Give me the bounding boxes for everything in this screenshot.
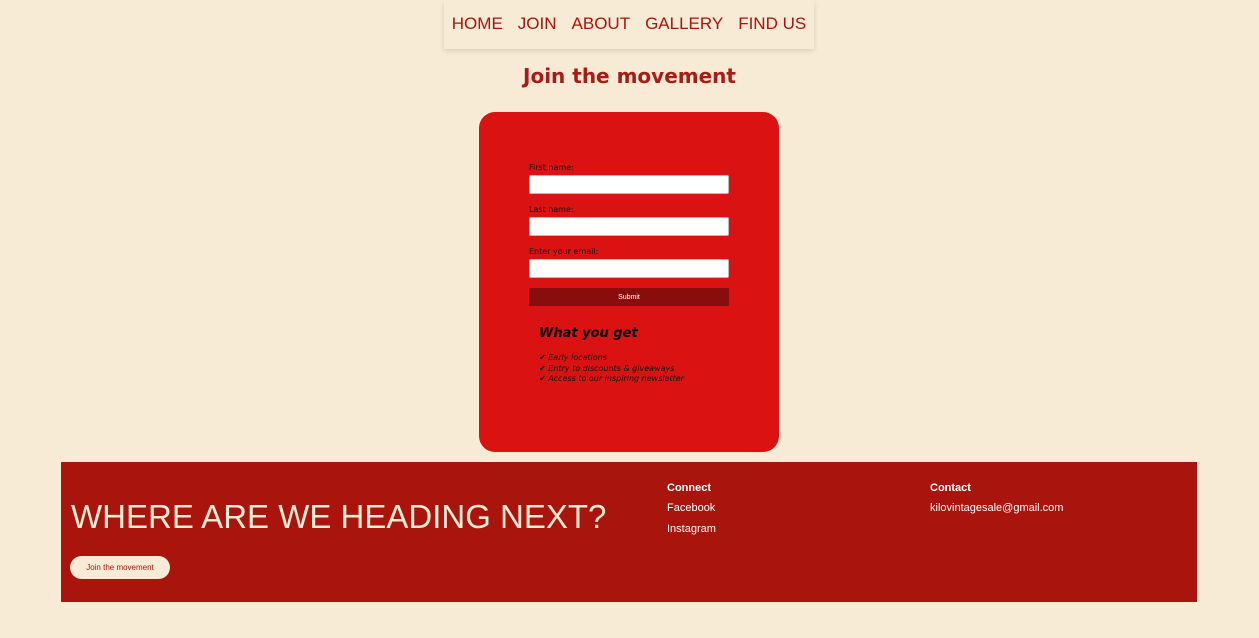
join-movement-button[interactable]: Join the movement: [70, 556, 170, 579]
connect-title: Connect: [667, 482, 711, 494]
contact-title: Contact: [930, 482, 971, 494]
benefits-list: ✔ Early locations ✔ Entry to discounts &…: [539, 353, 684, 385]
benefit-item: ✔ Access to our inspiring newsletter: [539, 374, 684, 383]
submit-button[interactable]: Submit: [529, 288, 729, 306]
email-label: Enter your email:: [529, 247, 599, 256]
benefits-title: What you get: [539, 326, 638, 341]
page-title: Join the movement: [523, 64, 736, 88]
email-input[interactable]: [529, 259, 729, 278]
facebook-link[interactable]: Facebook: [667, 502, 716, 514]
nav-gallery-link[interactable]: GALLERY: [645, 15, 723, 32]
nav-home-link[interactable]: HOME: [452, 15, 503, 32]
nav-join-link[interactable]: JOIN: [518, 15, 557, 32]
nav-find-us-link[interactable]: FIND US: [738, 15, 806, 32]
first-name-input[interactable]: [529, 175, 729, 194]
footer: WHERE ARE WE HEADING NEXT? Join the move…: [61, 462, 1197, 602]
signup-card: First name: Last name: Enter your email:…: [479, 112, 779, 452]
first-name-label: First name:: [529, 163, 574, 172]
footer-heading: WHERE ARE WE HEADING NEXT?: [71, 498, 607, 535]
benefit-item: ✔ Entry to discounts & giveaways: [539, 363, 675, 373]
last-name-label: Last name:: [529, 205, 574, 214]
last-name-input[interactable]: [529, 217, 729, 236]
contact-email-link[interactable]: kilovintagesale@gmail.com: [930, 502, 1063, 514]
instagram-link[interactable]: Instagram: [667, 523, 716, 535]
benefit-item: ✔ Early locations: [539, 353, 607, 362]
connect-column: Connect Facebook Instagram: [667, 482, 716, 544]
main-nav: HOME JOIN ABOUT GALLERY FIND US: [444, 0, 814, 49]
nav-about-link[interactable]: ABOUT: [572, 15, 631, 32]
contact-column: Contact kilovintagesale@gmail.com: [930, 482, 1063, 523]
